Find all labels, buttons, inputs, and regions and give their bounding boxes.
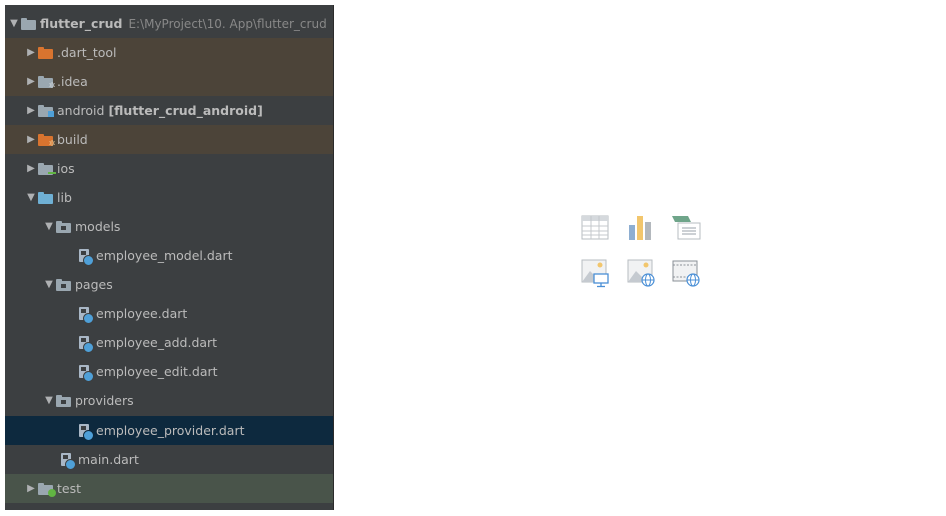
gear-icon: ✲ — [48, 138, 56, 148]
dart-file-icon — [77, 248, 94, 266]
module-folder-icon — [38, 104, 54, 118]
module-badge-icon — [48, 110, 54, 117]
package-folder-icon — [56, 220, 72, 234]
image-display-icon[interactable] — [580, 258, 610, 288]
tree-row-ios[interactable]: ▶ ios — [5, 154, 333, 183]
package-folder-icon — [56, 394, 72, 408]
tree-row-android[interactable]: ▶ android [flutter_crud_android] — [5, 96, 333, 125]
dart-file-icon — [77, 306, 94, 324]
source-folder-icon — [38, 191, 54, 205]
list-view-icon[interactable] — [671, 213, 701, 243]
gear-icon: ✲ — [48, 80, 56, 90]
tree-item-label: employee_model.dart — [96, 248, 233, 263]
tree-item-label: ios — [57, 161, 75, 176]
expand-arrow-icon[interactable]: ▼ — [42, 279, 56, 290]
tree-row-models[interactable]: ▼ models — [5, 212, 333, 241]
expand-arrow-icon[interactable]: ▼ — [24, 192, 38, 203]
tree-row-employee-provider[interactable]: employee_provider.dart — [5, 416, 333, 445]
collapse-arrow-icon[interactable]: ▶ — [24, 483, 38, 494]
tree-row-lib[interactable]: ▼ lib — [5, 183, 333, 212]
tree-item-label: .dart_tool — [57, 45, 117, 60]
collapse-arrow-icon[interactable]: ▶ — [24, 163, 38, 174]
module-name: [flutter_crud_android] — [108, 103, 263, 118]
tree-item-label: employee_provider.dart — [96, 423, 245, 438]
ios-badge-icon — [48, 171, 56, 174]
project-folder-icon — [21, 17, 37, 31]
tree-row-test[interactable]: ▶ test — [5, 474, 333, 503]
expand-arrow-icon[interactable]: ▼ — [42, 395, 56, 406]
bar-chart-icon[interactable] — [626, 213, 656, 243]
tree-item-label: pages — [75, 277, 113, 292]
dart-file-icon — [77, 423, 94, 441]
tree-row-providers[interactable]: ▼ providers — [5, 386, 333, 415]
package-folder-icon — [56, 278, 72, 292]
dart-file-icon — [77, 335, 94, 353]
excluded-folder-icon — [38, 46, 54, 60]
video-web-icon[interactable] — [671, 258, 701, 288]
expand-arrow-icon[interactable]: ▼ — [42, 221, 56, 232]
tree-item-label: employee_add.dart — [96, 335, 218, 350]
dart-file-icon — [77, 364, 94, 382]
collapse-arrow-icon[interactable]: ▶ — [24, 105, 38, 116]
tree-item-label: main.dart — [78, 452, 139, 467]
project-path: E:\MyProject\10. App\flutter_crud — [128, 16, 327, 31]
folder-icon — [38, 162, 56, 176]
project-name: flutter_crud — [40, 16, 123, 31]
tree-row-dart-tool[interactable]: ▶ .dart_tool — [5, 38, 333, 67]
tree-row-employee-edit[interactable]: employee_edit.dart — [5, 357, 333, 386]
tree-item-label: providers — [75, 393, 134, 408]
tree-row-root[interactable]: ▼ flutter_crud E:\MyProject\10. App\flut… — [5, 9, 333, 38]
collapse-arrow-icon[interactable]: ▶ — [24, 47, 38, 58]
tree-item-label: employee_edit.dart — [96, 364, 218, 379]
config-folder-icon: ✲ — [38, 75, 56, 90]
tree-row-idea[interactable]: ▶ ✲ .idea — [5, 67, 333, 96]
tree-row-employee-model[interactable]: employee_model.dart — [5, 241, 333, 270]
tree-item-label: .idea — [57, 74, 88, 89]
image-web-icon[interactable] — [626, 258, 656, 288]
tree-item-label: build — [57, 132, 88, 147]
test-folder-icon — [38, 482, 56, 497]
table-icon[interactable] — [580, 213, 610, 243]
dart-file-icon — [59, 452, 76, 470]
tree-item-label: lib — [57, 190, 72, 205]
expand-arrow-icon[interactable]: ▼ — [7, 18, 21, 29]
test-badge-icon — [48, 488, 56, 497]
collapse-arrow-icon[interactable]: ▶ — [24, 134, 38, 145]
excluded-folder-icon: ✲ — [38, 133, 56, 148]
tree-row-employee[interactable]: employee.dart — [5, 299, 333, 328]
tree-item-label: employee.dart — [96, 306, 188, 321]
tree-row-pages[interactable]: ▼ pages — [5, 270, 333, 299]
empty-state-icon-grid — [580, 213, 708, 293]
tree-item-label: android — [57, 103, 105, 118]
tree-item-label: test — [57, 481, 82, 496]
project-tree-panel: ▼ flutter_crud E:\MyProject\10. App\flut… — [5, 5, 334, 510]
tree-item-label: models — [75, 219, 121, 234]
tree-row-build[interactable]: ▶ ✲ build — [5, 125, 333, 154]
tree-row-main[interactable]: main.dart — [5, 445, 333, 474]
collapse-arrow-icon[interactable]: ▶ — [24, 76, 38, 87]
tree-row-employee-add[interactable]: employee_add.dart — [5, 328, 333, 357]
